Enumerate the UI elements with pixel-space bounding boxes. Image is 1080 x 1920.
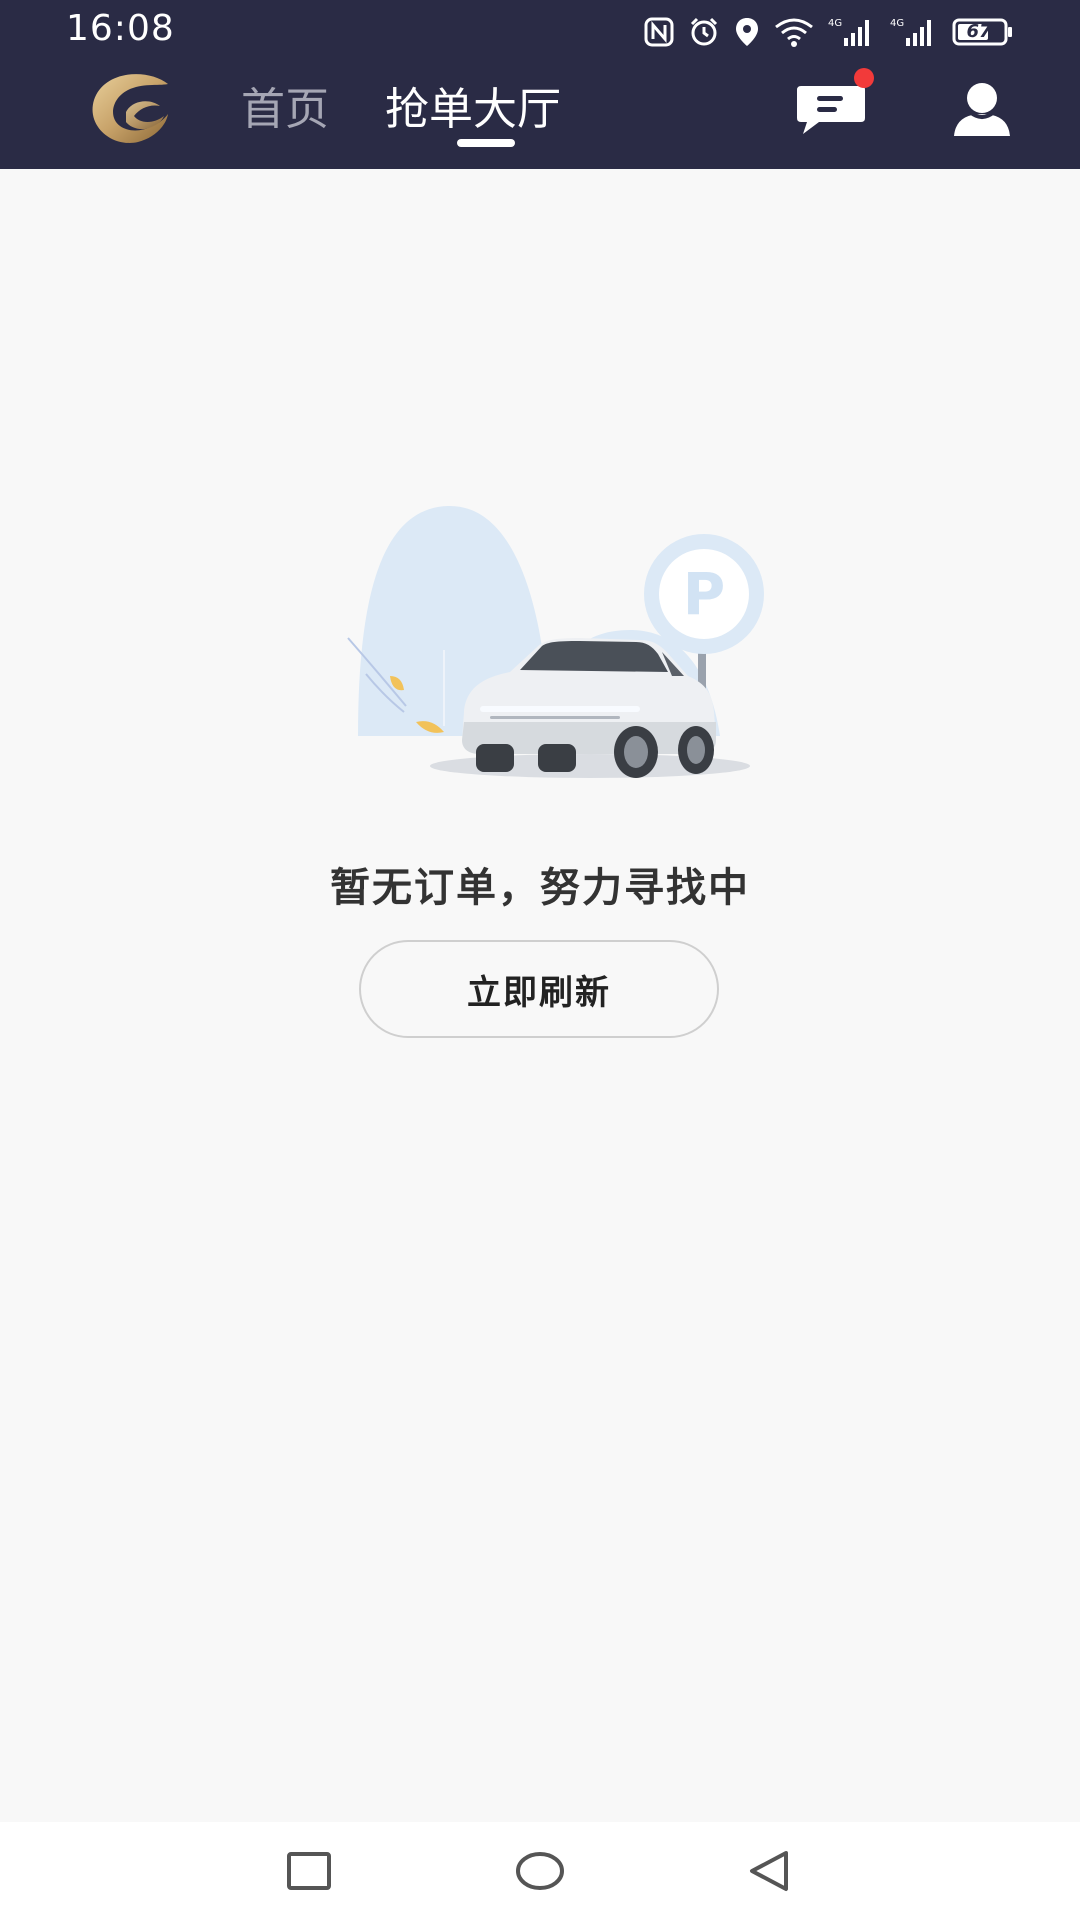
svg-text:P: P bbox=[683, 560, 726, 628]
back-button[interactable] bbox=[709, 1822, 829, 1920]
battery-level: 67 bbox=[966, 21, 992, 42]
tab-home[interactable]: 首页 bbox=[241, 82, 329, 138]
unread-badge bbox=[854, 68, 874, 88]
svg-text:4G: 4G bbox=[890, 18, 904, 29]
message-icon bbox=[797, 86, 865, 134]
signal-4g-icon: 4G bbox=[828, 16, 876, 48]
profile-button[interactable] bbox=[952, 82, 1012, 136]
user-icon bbox=[954, 83, 1010, 136]
alarm-icon bbox=[688, 16, 720, 48]
parked-car-illustration: P bbox=[340, 500, 780, 790]
home-nav-button[interactable] bbox=[480, 1822, 600, 1920]
status-icons: 4G 4G 67 bbox=[644, 12, 1014, 52]
battery-icon: 67 bbox=[952, 17, 1014, 47]
refresh-button[interactable]: 立即刷新 bbox=[359, 940, 719, 1038]
recent-apps-button[interactable] bbox=[249, 1822, 369, 1920]
system-nav-bar bbox=[0, 1822, 1080, 1920]
status-time: 16:08 bbox=[66, 8, 175, 49]
wifi-icon bbox=[774, 17, 814, 47]
signal-4g-icon: 4G bbox=[890, 16, 938, 48]
home-icon bbox=[516, 1852, 564, 1890]
brand-logo bbox=[88, 70, 174, 146]
tab-order-hall[interactable]: 抢单大厅 bbox=[385, 82, 561, 138]
active-tab-indicator bbox=[457, 139, 515, 147]
back-icon bbox=[750, 1851, 788, 1891]
nfc-icon bbox=[644, 17, 674, 47]
app-header: 16:08 4G 4G 67 首页 抢单大厅 bbox=[0, 0, 1080, 169]
app-root: 16:08 4G 4G 67 首页 抢单大厅 P 暂无订单，努力寻找中 立即刷新 bbox=[0, 0, 1080, 1920]
recent-apps-icon bbox=[287, 1852, 331, 1890]
location-icon bbox=[734, 16, 760, 48]
svg-text:4G: 4G bbox=[828, 18, 842, 29]
empty-state-message: 暂无订单，努力寻找中 bbox=[330, 865, 750, 911]
